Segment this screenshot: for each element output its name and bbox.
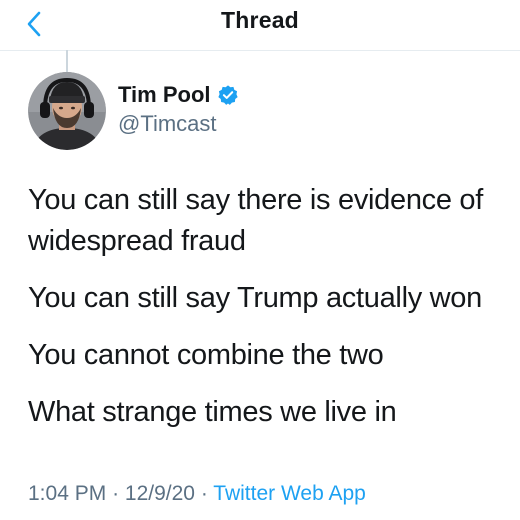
tweet-paragraph: You cannot combine the two: [28, 339, 384, 371]
tweet-paragraph: What strange times we live in: [28, 396, 397, 428]
author-display-name[interactable]: Tim Pool: [118, 82, 211, 108]
verified-badge-icon: [217, 85, 238, 105]
tweet-date[interactable]: 12/9/20: [125, 482, 195, 505]
author-handle[interactable]: @Timcast: [118, 111, 217, 137]
navigation-bar: Thread: [0, 0, 520, 51]
avatar-image: [28, 72, 106, 150]
avatar[interactable]: [28, 72, 106, 150]
meta-separator: ·: [112, 482, 120, 505]
meta-separator: ·: [200, 482, 208, 505]
tweet-source-link[interactable]: Twitter Web App: [213, 482, 366, 505]
tweet-metadata: 1:04 PM · 12/9/20 · Twitter Web App: [28, 482, 366, 506]
page-title: Thread: [221, 7, 299, 33]
thread-connector-line: [66, 50, 68, 72]
tweet-body: You can still say there is evidence of w…: [28, 180, 520, 449]
tweet-paragraph: You can still say Trump actually won: [28, 282, 482, 314]
tweet-paragraph: You can still say there is evidence of w…: [28, 184, 484, 257]
tweet-time[interactable]: 1:04 PM: [28, 482, 106, 505]
author-name-row[interactable]: Tim Pool: [118, 82, 239, 108]
